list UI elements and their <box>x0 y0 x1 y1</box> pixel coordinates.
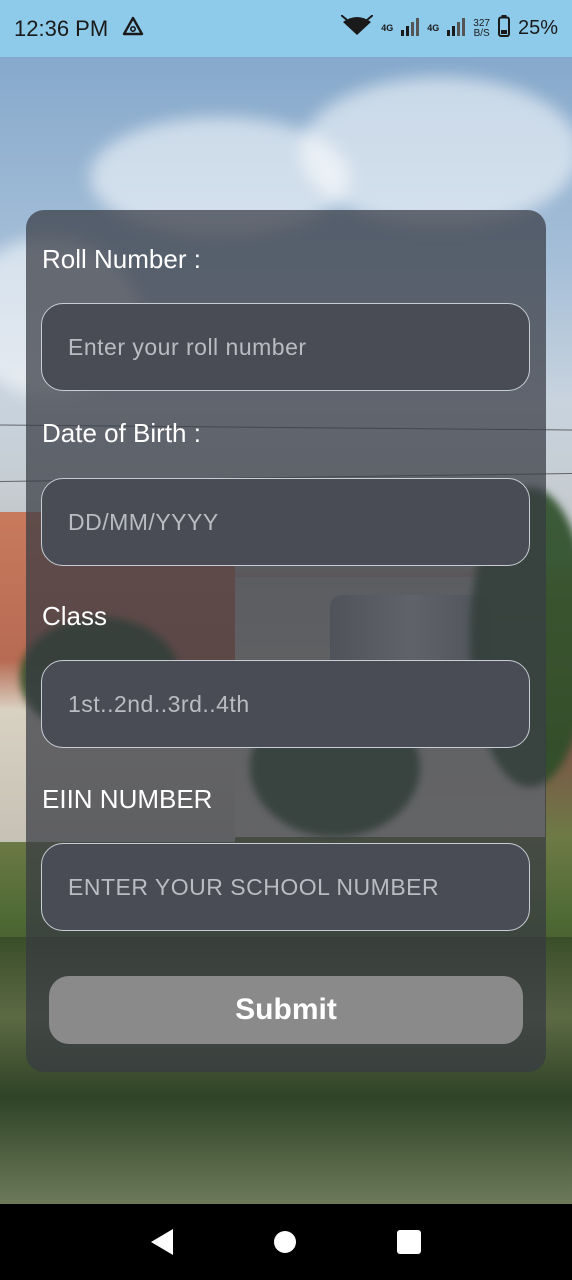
recents-icon[interactable] <box>397 1230 422 1254</box>
roll-number-label: Roll Number : <box>42 244 201 274</box>
back-icon[interactable] <box>150 1229 173 1255</box>
submit-label: Submit <box>235 993 337 1026</box>
date-of-birth-label: Date of Birth : <box>42 418 201 448</box>
date-of-birth-input[interactable]: DD/MM/YYYY <box>41 478 530 566</box>
wifi-icon <box>340 13 374 43</box>
battery-icon <box>497 14 510 43</box>
class-placeholder: 1st..2nd..3rd..4th <box>68 690 250 717</box>
submit-button[interactable]: Submit <box>49 976 523 1044</box>
warning-triangle-icon <box>122 16 144 42</box>
navigation-bar <box>0 1204 572 1280</box>
signal-bars-icon <box>401 16 420 42</box>
class-label: Class <box>42 601 108 631</box>
eiin-number-input[interactable]: ENTER YOUR SCHOOL NUMBER <box>41 843 530 931</box>
signal-bars-icon <box>447 16 466 42</box>
form-card: Roll Number : Enter your roll number Dat… <box>26 210 546 1072</box>
eiin-number-placeholder: ENTER YOUR SCHOOL NUMBER <box>68 873 440 900</box>
cloud <box>300 77 572 227</box>
roll-number-input[interactable]: Enter your roll number <box>41 303 530 391</box>
date-of-birth-placeholder: DD/MM/YYYY <box>68 508 219 535</box>
status-bar: 12:36 PM 4G 4G 327 B/S 25% <box>0 0 572 57</box>
signal-label-1: 4G <box>381 23 394 33</box>
battery-percent: 25% <box>517 17 558 39</box>
roll-number-placeholder: Enter your roll number <box>68 333 307 360</box>
home-icon[interactable] <box>273 1231 296 1253</box>
network-speed: 327 B/S <box>473 17 490 39</box>
status-time: 12:36 PM <box>14 15 109 41</box>
signal-label-2: 4G <box>427 23 440 33</box>
eiin-number-label: EIIN NUMBER <box>42 784 213 814</box>
class-input[interactable]: 1st..2nd..3rd..4th <box>41 660 530 748</box>
